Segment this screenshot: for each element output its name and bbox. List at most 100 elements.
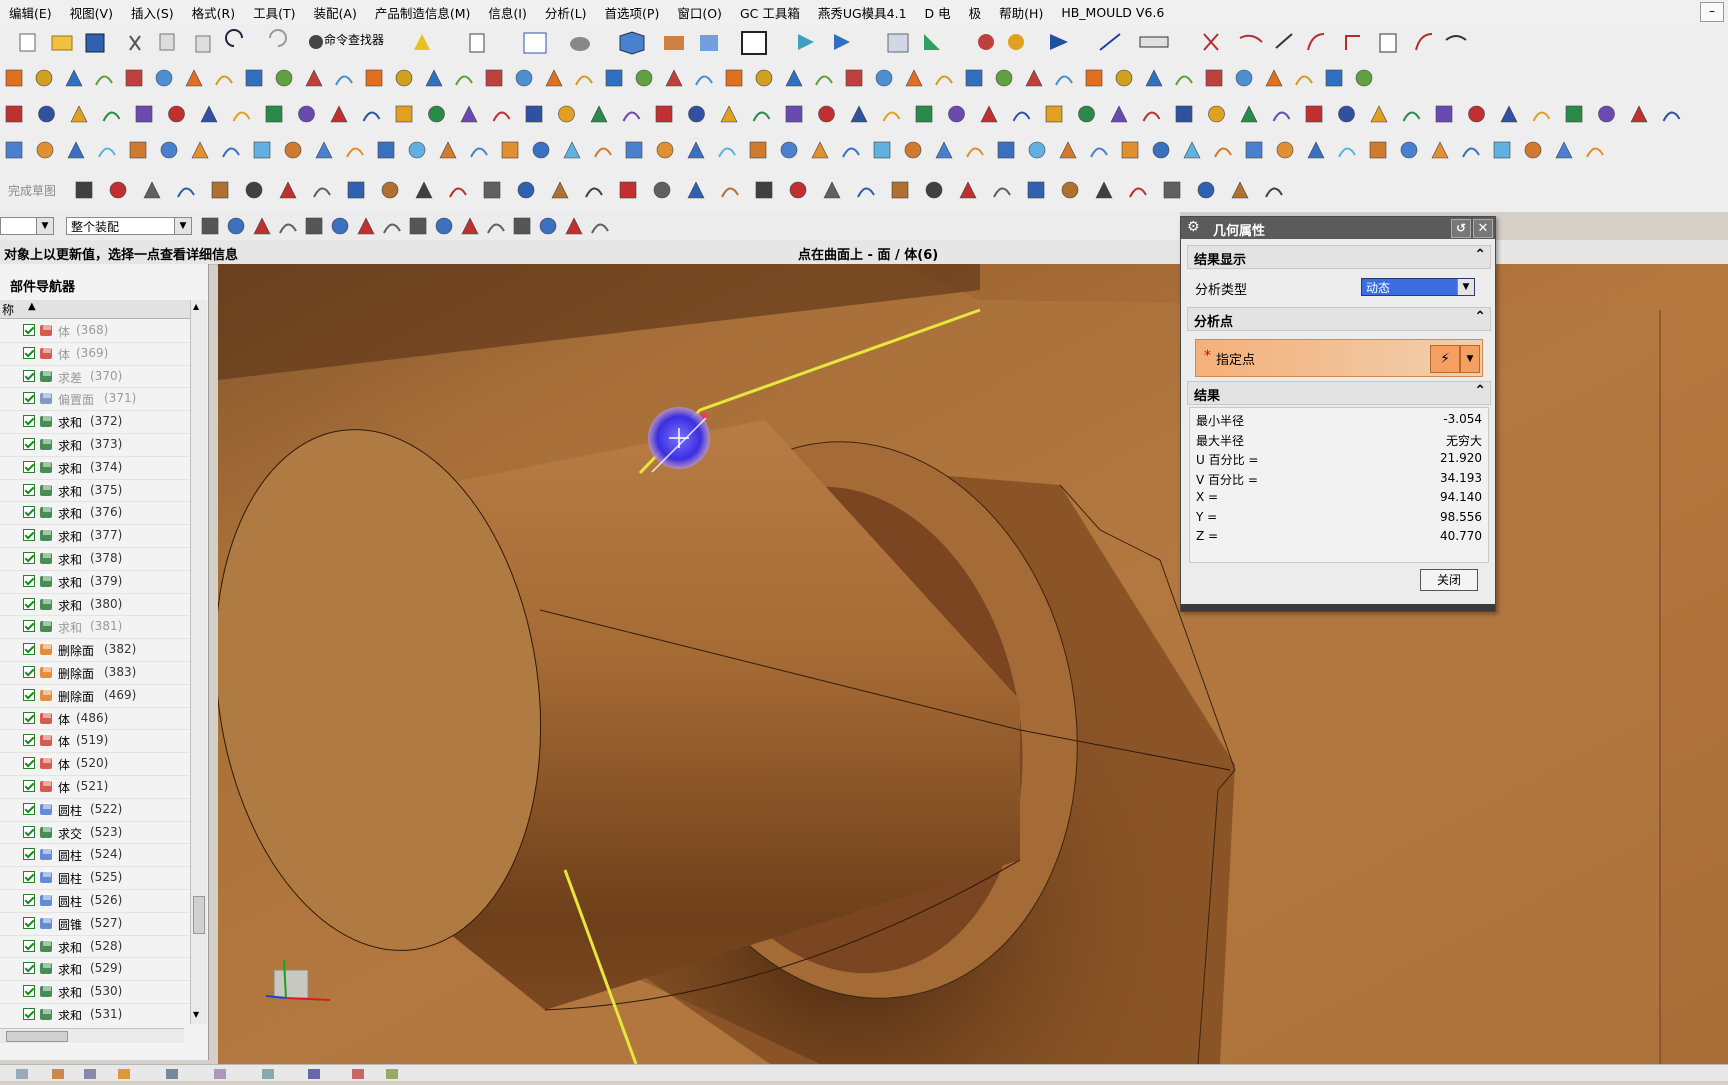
visibility-checkbox[interactable] <box>23 1007 35 1020</box>
model-view[interactable] <box>218 264 1728 1064</box>
menu-item[interactable]: 插入(S) <box>122 3 183 22</box>
visibility-checkbox[interactable] <box>23 551 35 564</box>
hscrollbar-thumb[interactable] <box>6 1031 68 1042</box>
tree-row[interactable]: 体 (520) <box>0 753 190 776</box>
tree-row[interactable]: 圆柱 (525) <box>0 867 190 890</box>
feature-toolbar-icons[interactable] <box>0 60 1728 96</box>
visibility-checkbox[interactable] <box>23 597 35 610</box>
menu-item[interactable]: 编辑(E) <box>0 3 61 22</box>
tree-row[interactable]: 体 (521) <box>0 776 190 799</box>
visibility-checkbox[interactable] <box>23 529 35 542</box>
selection-scope-select[interactable]: 整个装配 ▼ <box>66 217 192 235</box>
menu-item[interactable]: 首选项(P) <box>596 3 669 22</box>
collapse-icon[interactable]: ⌃ <box>1474 383 1486 399</box>
collapse-icon[interactable]: ⌃ <box>1474 247 1486 263</box>
navigator-column-header[interactable]: 称 ▲ <box>0 300 190 319</box>
visibility-checkbox[interactable] <box>23 985 35 998</box>
solid-toolbar-icons[interactable] <box>0 132 1728 168</box>
bottom-toolbar-icons[interactable] <box>0 1065 420 1081</box>
menu-item[interactable]: 视图(V) <box>61 3 122 22</box>
tree-row[interactable]: 删除面 (382) <box>0 639 190 662</box>
tree-row[interactable]: 求和 (375) <box>0 480 190 503</box>
section-analysis-point[interactable]: 分析点 ⌃ <box>1187 307 1491 331</box>
menu-item[interactable]: 分析(L) <box>536 3 596 22</box>
scroll-up-icon[interactable]: ▲ <box>193 302 199 311</box>
curve-toolbar-icons[interactable] <box>0 96 1728 132</box>
visibility-checkbox[interactable] <box>23 688 35 701</box>
tree-row[interactable]: 圆柱 (522) <box>0 799 190 822</box>
gear-icon[interactable]: ⚙ <box>1187 219 1200 235</box>
snap-toolbar-icons[interactable] <box>196 212 1196 240</box>
tree-row[interactable]: 求和 (530) <box>0 981 190 1004</box>
visibility-checkbox[interactable] <box>23 437 35 450</box>
visibility-checkbox[interactable] <box>23 324 35 336</box>
tree-row[interactable]: 求和 (372) <box>0 411 190 434</box>
menu-item[interactable]: 信息(I) <box>479 3 535 22</box>
window-minimize-button[interactable]: – <box>1700 2 1724 22</box>
tree-row[interactable]: 求差 (370) <box>0 366 190 389</box>
visibility-checkbox[interactable] <box>23 643 35 656</box>
tree-row[interactable]: 求和 (378) <box>0 548 190 571</box>
sketch-toolbar-icons[interactable] <box>0 168 1728 212</box>
visibility-checkbox[interactable] <box>23 574 35 587</box>
tree-row[interactable]: 求和 (531) <box>0 1004 190 1020</box>
tree-row[interactable]: 体 (519) <box>0 730 190 754</box>
menu-item[interactable]: GC 工具箱 <box>731 3 809 22</box>
scrollbar-thumb[interactable] <box>193 896 205 934</box>
specify-point-row[interactable]: * 指定点 ⚡ ▼ <box>1195 339 1483 377</box>
chevron-down-icon[interactable]: ▼ <box>1460 345 1480 373</box>
tree-row[interactable]: 圆柱 (526) <box>0 890 190 913</box>
visibility-checkbox[interactable] <box>23 711 35 724</box>
menu-item[interactable]: HB_MOULD V6.6 <box>1052 5 1173 20</box>
tree-row[interactable]: 圆锥 (527) <box>0 913 190 936</box>
menu-item[interactable]: 燕秀UG模具4.1 <box>809 3 916 22</box>
visibility-checkbox[interactable] <box>23 779 35 792</box>
scroll-down-icon[interactable]: ▼ <box>193 1010 199 1019</box>
close-icon[interactable]: ✕ <box>1473 219 1493 238</box>
menu-item[interactable]: D 电 <box>916 3 960 22</box>
visibility-checkbox[interactable] <box>23 506 35 519</box>
visibility-checkbox[interactable] <box>23 962 35 975</box>
navigator-vertical-scrollbar[interactable]: ▲ ▼ <box>190 300 207 1024</box>
visibility-checkbox[interactable] <box>23 848 35 861</box>
tree-row[interactable]: 求和 (380) <box>0 594 190 617</box>
tree-row[interactable]: 求和 (381) <box>0 616 190 640</box>
reset-icon[interactable]: ↺ <box>1451 219 1471 238</box>
tree-row[interactable]: 求交 (523) <box>0 822 190 845</box>
section-result-display[interactable]: 结果显示 ⌃ <box>1187 245 1491 269</box>
point-picker-icon[interactable]: ⚡ <box>1430 345 1460 373</box>
tree-row[interactable]: 删除面 (469) <box>0 685 190 708</box>
tree-row[interactable]: 删除面 (383) <box>0 662 190 685</box>
collapse-icon[interactable]: ⌃ <box>1474 309 1486 325</box>
visibility-checkbox[interactable] <box>23 939 35 952</box>
visibility-checkbox[interactable] <box>23 802 35 815</box>
tree-row[interactable]: 求和 (374) <box>0 457 190 480</box>
visibility-checkbox[interactable] <box>23 392 35 405</box>
menu-item[interactable]: 格式(R) <box>183 3 244 22</box>
visibility-checkbox[interactable] <box>23 620 35 633</box>
section-results[interactable]: 结果 ⌃ <box>1187 381 1491 405</box>
visibility-checkbox[interactable] <box>23 825 35 838</box>
menu-item[interactable]: 装配(A) <box>305 3 366 22</box>
visibility-checkbox[interactable] <box>23 871 35 884</box>
visibility-checkbox[interactable] <box>23 460 35 473</box>
menu-item[interactable]: 产品制造信息(M) <box>366 3 480 22</box>
analysis-type-select[interactable]: 动态 ▼ <box>1361 278 1475 296</box>
visibility-checkbox[interactable] <box>23 734 35 747</box>
type-filter-select[interactable]: ▼ <box>0 217 54 235</box>
tree-row[interactable]: 求和 (529) <box>0 958 190 982</box>
menu-item[interactable]: 工具(T) <box>244 3 304 22</box>
visibility-checkbox[interactable] <box>23 346 35 359</box>
tree-row[interactable]: 圆柱 (524) <box>0 844 190 868</box>
visibility-checkbox[interactable] <box>23 916 35 929</box>
menu-item[interactable]: 极 <box>960 3 991 22</box>
tree-row[interactable]: 偏置面 (371) <box>0 388 190 412</box>
tree-row[interactable]: 体 (486) <box>0 708 190 731</box>
visibility-checkbox[interactable] <box>23 893 35 906</box>
graphics-window[interactable] <box>218 264 1728 1064</box>
tree-row[interactable]: 求和 (376) <box>0 502 190 526</box>
tree-row[interactable]: 体 (369) <box>0 343 190 366</box>
visibility-checkbox[interactable] <box>23 369 35 382</box>
command-finder-label[interactable]: 命令查找器 <box>324 31 384 48</box>
tree-row[interactable]: 求和 (379) <box>0 571 190 594</box>
